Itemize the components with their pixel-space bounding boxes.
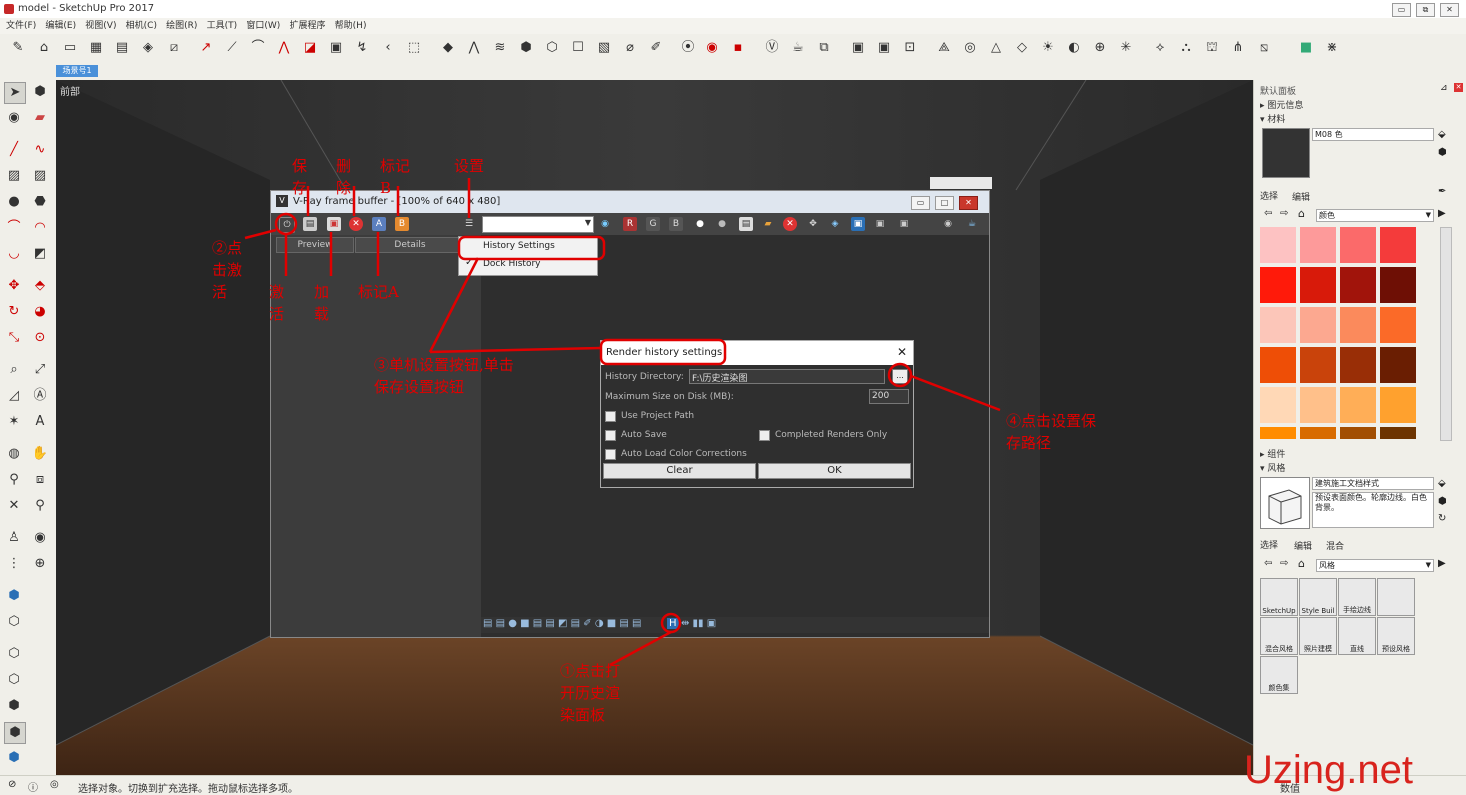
annotation-step4: ④点击设置保存路径 <box>1006 412 1097 452</box>
step3-pointer-a <box>429 346 602 354</box>
browse-highlight-circle <box>887 362 913 388</box>
annotation-overlay <box>244 178 1001 667</box>
dialog-title-highlight <box>599 338 727 366</box>
annotation-settings: 设置 <box>454 157 485 175</box>
power-highlight-circle <box>274 212 298 236</box>
annotation-load: 加载 <box>314 283 330 323</box>
annotation-activate: 激活 <box>269 283 285 323</box>
annotation-delete: 删除 <box>336 157 352 197</box>
annotation-mark-b: 标记B <box>380 157 411 197</box>
annotation-save: 保存 <box>292 157 308 197</box>
step3-pointer-b <box>428 257 480 353</box>
step2-pointer <box>244 228 277 240</box>
history-toggle-highlight-circle <box>660 612 682 634</box>
annotation-click-activate: ②点击激活 <box>212 239 243 301</box>
history-settings-highlight <box>457 235 606 261</box>
annotation-mark-a: 标记A <box>358 283 399 301</box>
step4-pointer <box>910 374 1001 412</box>
annotation-step3: ③单机设置按钮,单击保存设置按钮 <box>374 356 514 396</box>
annotation-step1: ①点击打开历史渲染面板 <box>560 662 621 724</box>
